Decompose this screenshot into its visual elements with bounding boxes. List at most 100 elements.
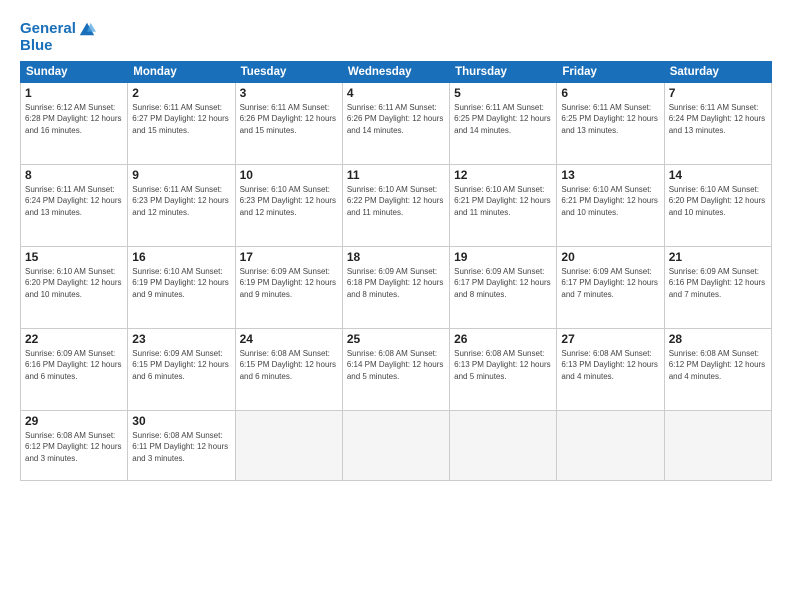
table-row: 2 Sunrise: 6:11 AM Sunset: 6:27 PM Daylig… — [128, 82, 235, 164]
day-number: 3 — [240, 86, 338, 100]
day-number: 9 — [132, 168, 230, 182]
day-number: 28 — [669, 332, 767, 346]
table-row: 11 Sunrise: 6:10 AM Sunset: 6:22 PM Dayli… — [342, 164, 449, 246]
table-row: 23 Sunrise: 6:09 AM Sunset: 6:15 PM Dayli… — [128, 328, 235, 410]
day-number: 30 — [132, 414, 230, 428]
table-row: 28 Sunrise: 6:08 AM Sunset: 6:12 PM Dayli… — [664, 328, 771, 410]
table-row: 3 Sunrise: 6:11 AM Sunset: 6:26 PM Daylig… — [235, 82, 342, 164]
calendar: SundayMondayTuesdayWednesdayThursdayFrid… — [20, 61, 772, 481]
day-info: Sunrise: 6:09 AM Sunset: 6:17 PM Dayligh… — [454, 266, 552, 301]
col-header-monday: Monday — [128, 61, 235, 82]
col-header-saturday: Saturday — [664, 61, 771, 82]
table-row — [557, 410, 664, 480]
day-info: Sunrise: 6:11 AM Sunset: 6:27 PM Dayligh… — [132, 102, 230, 137]
day-number: 4 — [347, 86, 445, 100]
table-row: 30Sunrise: 6:08 AM Sunset: 6:11 PM Dayli… — [128, 410, 235, 480]
day-number: 16 — [132, 250, 230, 264]
day-number: 5 — [454, 86, 552, 100]
table-row: 14 Sunrise: 6:10 AM Sunset: 6:20 PM Dayli… — [664, 164, 771, 246]
day-number: 7 — [669, 86, 767, 100]
day-number: 19 — [454, 250, 552, 264]
table-row: 26 Sunrise: 6:08 AM Sunset: 6:13 PM Dayli… — [450, 328, 557, 410]
table-row: 10Sunrise: 6:10 AM Sunset: 6:23 PM Dayli… — [235, 164, 342, 246]
col-header-friday: Friday — [557, 61, 664, 82]
table-row — [450, 410, 557, 480]
logo-text2: Blue — [20, 38, 96, 55]
table-row: 4 Sunrise: 6:11 AM Sunset: 6:26 PM Daylig… — [342, 82, 449, 164]
logo: General Blue — [20, 20, 96, 55]
table-row — [664, 410, 771, 480]
table-row: 18 Sunrise: 6:09 AM Sunset: 6:18 PM Dayli… — [342, 246, 449, 328]
logo-text: General — [20, 21, 76, 38]
table-row: 1Sunrise: 6:12 AM Sunset: 6:28 PM Daylig… — [21, 82, 128, 164]
day-number: 14 — [669, 168, 767, 182]
table-row: 12 Sunrise: 6:10 AM Sunset: 6:21 PM Dayli… — [450, 164, 557, 246]
day-info: Sunrise: 6:08 AM Sunset: 6:13 PM Dayligh… — [454, 348, 552, 383]
table-row — [342, 410, 449, 480]
day-number: 18 — [347, 250, 445, 264]
table-row: 17 Sunrise: 6:09 AM Sunset: 6:19 PM Dayli… — [235, 246, 342, 328]
logo-icon — [78, 20, 96, 38]
table-row: 9 Sunrise: 6:11 AM Sunset: 6:23 PM Daylig… — [128, 164, 235, 246]
day-info: Sunrise: 6:10 AM Sunset: 6:22 PM Dayligh… — [347, 184, 445, 219]
col-header-thursday: Thursday — [450, 61, 557, 82]
day-number: 27 — [561, 332, 659, 346]
day-info: Sunrise: 6:11 AM Sunset: 6:25 PM Dayligh… — [454, 102, 552, 137]
table-row: 24 Sunrise: 6:08 AM Sunset: 6:15 PM Dayli… — [235, 328, 342, 410]
day-info: Sunrise: 6:09 AM Sunset: 6:19 PM Dayligh… — [240, 266, 338, 301]
day-number: 13 — [561, 168, 659, 182]
day-number: 25 — [347, 332, 445, 346]
day-info: Sunrise: 6:08 AM Sunset: 6:14 PM Dayligh… — [347, 348, 445, 383]
day-info: Sunrise: 6:10 AM Sunset: 6:19 PM Dayligh… — [132, 266, 230, 301]
day-info: Sunrise: 6:11 AM Sunset: 6:23 PM Dayligh… — [132, 184, 230, 219]
table-row — [235, 410, 342, 480]
table-row: 8 Sunrise: 6:11 AM Sunset: 6:24 PM Daylig… — [21, 164, 128, 246]
day-info: Sunrise: 6:12 AM Sunset: 6:28 PM Dayligh… — [25, 102, 123, 137]
day-info: Sunrise: 6:11 AM Sunset: 6:26 PM Dayligh… — [347, 102, 445, 137]
day-info: Sunrise: 6:09 AM Sunset: 6:16 PM Dayligh… — [669, 266, 767, 301]
table-row: 27 Sunrise: 6:08 AM Sunset: 6:13 PM Dayli… — [557, 328, 664, 410]
table-row: 7 Sunrise: 6:11 AM Sunset: 6:24 PM Daylig… — [664, 82, 771, 164]
day-info: Sunrise: 6:10 AM Sunset: 6:23 PM Dayligh… — [240, 184, 338, 219]
day-info: Sunrise: 6:10 AM Sunset: 6:20 PM Dayligh… — [25, 266, 123, 301]
day-number: 21 — [669, 250, 767, 264]
day-number: 12 — [454, 168, 552, 182]
day-number: 23 — [132, 332, 230, 346]
table-row: 15 Sunrise: 6:10 AM Sunset: 6:20 PM Dayli… — [21, 246, 128, 328]
col-header-wednesday: Wednesday — [342, 61, 449, 82]
day-info: Sunrise: 6:08 AM Sunset: 6:12 PM Dayligh… — [25, 430, 123, 465]
day-info: Sunrise: 6:10 AM Sunset: 6:21 PM Dayligh… — [561, 184, 659, 219]
day-info: Sunrise: 6:10 AM Sunset: 6:20 PM Dayligh… — [669, 184, 767, 219]
day-info: Sunrise: 6:11 AM Sunset: 6:24 PM Dayligh… — [25, 184, 123, 219]
day-info: Sunrise: 6:11 AM Sunset: 6:26 PM Dayligh… — [240, 102, 338, 137]
day-number: 22 — [25, 332, 123, 346]
day-number: 26 — [454, 332, 552, 346]
table-row: 16 Sunrise: 6:10 AM Sunset: 6:19 PM Dayli… — [128, 246, 235, 328]
day-number: 11 — [347, 168, 445, 182]
day-info: Sunrise: 6:11 AM Sunset: 6:25 PM Dayligh… — [561, 102, 659, 137]
day-info: Sunrise: 6:09 AM Sunset: 6:16 PM Dayligh… — [25, 348, 123, 383]
col-header-tuesday: Tuesday — [235, 61, 342, 82]
day-info: Sunrise: 6:09 AM Sunset: 6:18 PM Dayligh… — [347, 266, 445, 301]
table-row: 29Sunrise: 6:08 AM Sunset: 6:12 PM Dayli… — [21, 410, 128, 480]
day-info: Sunrise: 6:11 AM Sunset: 6:24 PM Dayligh… — [669, 102, 767, 137]
day-info: Sunrise: 6:10 AM Sunset: 6:21 PM Dayligh… — [454, 184, 552, 219]
table-row: 25 Sunrise: 6:08 AM Sunset: 6:14 PM Dayli… — [342, 328, 449, 410]
day-number: 24 — [240, 332, 338, 346]
table-row: 21 Sunrise: 6:09 AM Sunset: 6:16 PM Dayli… — [664, 246, 771, 328]
day-info: Sunrise: 6:08 AM Sunset: 6:15 PM Dayligh… — [240, 348, 338, 383]
day-info: Sunrise: 6:08 AM Sunset: 6:12 PM Dayligh… — [669, 348, 767, 383]
table-row: 22 Sunrise: 6:09 AM Sunset: 6:16 PM Dayli… — [21, 328, 128, 410]
day-number: 6 — [561, 86, 659, 100]
day-number: 20 — [561, 250, 659, 264]
day-number: 15 — [25, 250, 123, 264]
table-row: 6 Sunrise: 6:11 AM Sunset: 6:25 PM Daylig… — [557, 82, 664, 164]
table-row: 13 Sunrise: 6:10 AM Sunset: 6:21 PM Dayli… — [557, 164, 664, 246]
day-info: Sunrise: 6:09 AM Sunset: 6:17 PM Dayligh… — [561, 266, 659, 301]
day-info: Sunrise: 6:09 AM Sunset: 6:15 PM Dayligh… — [132, 348, 230, 383]
day-number: 2 — [132, 86, 230, 100]
table-row: 19 Sunrise: 6:09 AM Sunset: 6:17 PM Dayli… — [450, 246, 557, 328]
day-number: 8 — [25, 168, 123, 182]
day-number: 17 — [240, 250, 338, 264]
day-info: Sunrise: 6:08 AM Sunset: 6:13 PM Dayligh… — [561, 348, 659, 383]
